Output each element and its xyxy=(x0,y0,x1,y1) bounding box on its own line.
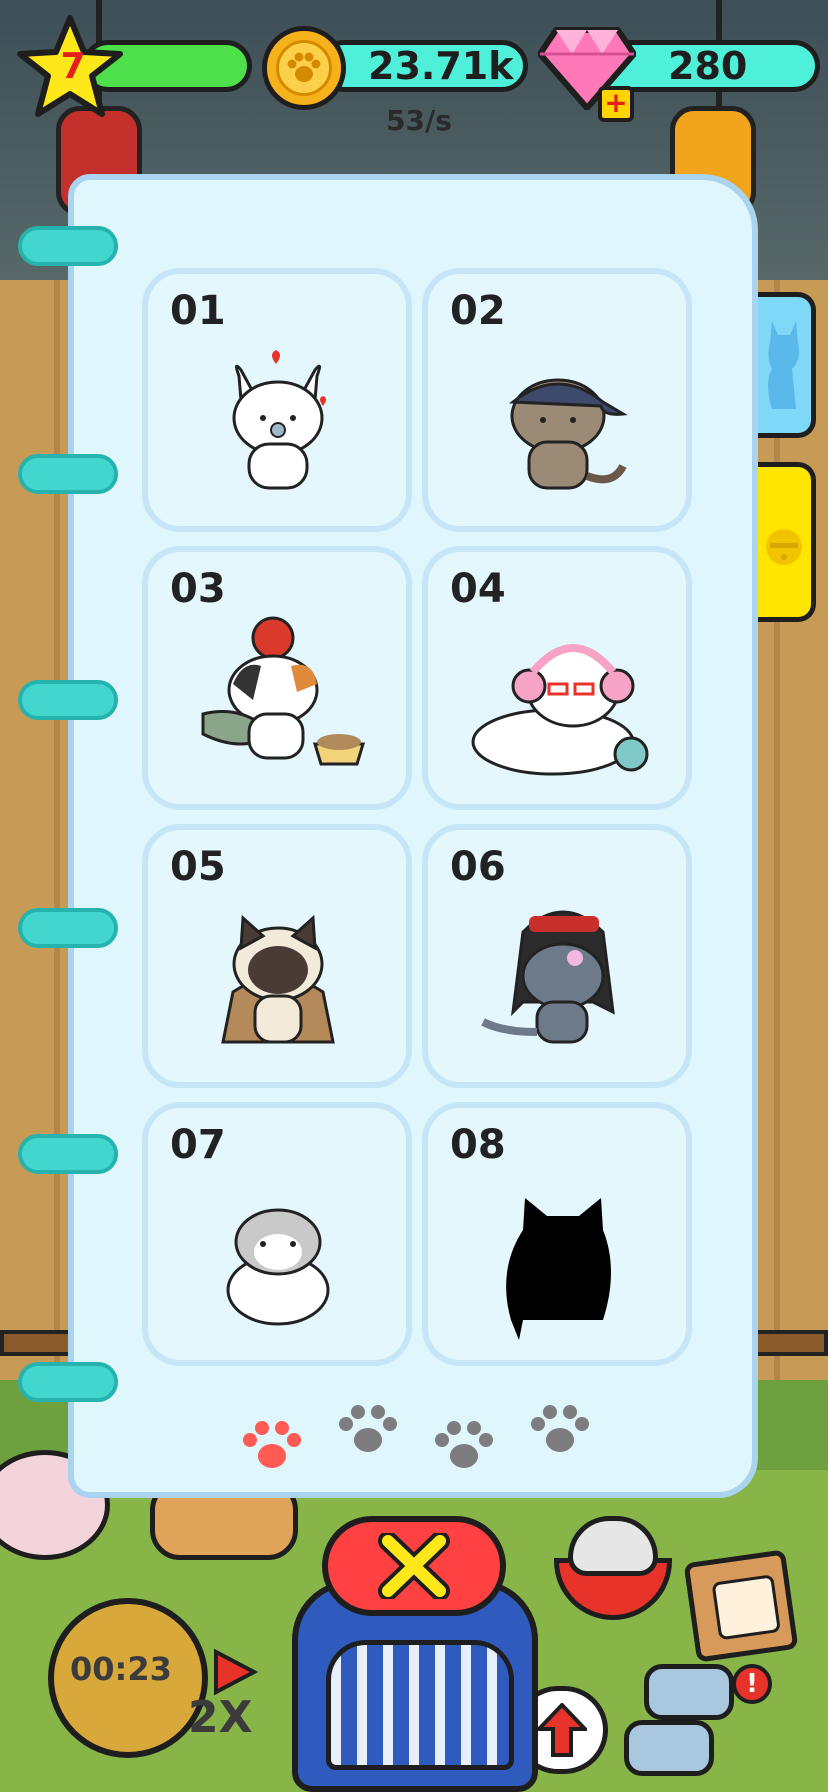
close-button[interactable] xyxy=(322,1516,506,1616)
cat-card[interactable]: 06 xyxy=(422,824,692,1088)
card-number: 07 xyxy=(170,1122,226,1168)
binder-ring xyxy=(18,454,118,494)
card-number: 01 xyxy=(170,288,226,334)
add-gems-button[interactable]: + xyxy=(598,86,634,122)
cat-card[interactable]: 01 xyxy=(142,268,412,532)
tuna-cans[interactable] xyxy=(624,1664,736,1784)
cat-card[interactable]: 02 xyxy=(422,268,692,532)
white-cat-hearts-icon xyxy=(232,350,326,490)
paw-coin-icon xyxy=(262,26,346,110)
cat-card[interactable]: 04 xyxy=(422,546,692,810)
card-number: 08 xyxy=(450,1122,506,1168)
tab-bells[interactable] xyxy=(758,462,816,622)
up-arrow-icon xyxy=(537,1703,587,1757)
card-number: 05 xyxy=(170,844,226,890)
coin-rate: 53/s xyxy=(386,104,452,137)
binder-ring xyxy=(18,1134,118,1174)
calico-cat-daruma-icon xyxy=(201,616,366,766)
sleeping-cat-bowl[interactable] xyxy=(554,1508,672,1620)
card-number: 06 xyxy=(450,844,506,890)
tabby-cat-cap-icon xyxy=(508,378,628,490)
binder-ring xyxy=(18,908,118,948)
gem-amount: 280 xyxy=(668,44,748,88)
tab-cats[interactable] xyxy=(758,292,816,438)
cat-collection-book: 01 02 03 04 05 06 07 08 xyxy=(68,174,758,1498)
page-1-paw-icon[interactable] xyxy=(240,1418,304,1472)
gray-cat-hat-icon xyxy=(481,910,615,1044)
coin-amount: 23.71k xyxy=(368,44,514,88)
player-level: 7 xyxy=(60,46,86,87)
page-4-paw-icon[interactable] xyxy=(528,1402,592,1456)
binder-ring xyxy=(18,1362,118,1402)
card-number: 02 xyxy=(450,288,506,334)
persian-cat-earmuffs-icon xyxy=(471,644,649,776)
page-3-paw-icon[interactable] xyxy=(432,1418,496,1472)
cat-album-book[interactable] xyxy=(683,1549,799,1663)
cat-silhouette-icon xyxy=(506,1198,611,1340)
binder-ring xyxy=(18,226,118,266)
siamese-cat-cloak-icon xyxy=(221,914,335,1044)
card-number: 04 xyxy=(450,566,506,612)
page-2-paw-icon[interactable] xyxy=(336,1402,400,1456)
boost-timer: 00:23 xyxy=(70,1650,172,1688)
speed-multiplier: 2X xyxy=(188,1692,253,1743)
scottish-fold-cat-icon xyxy=(226,1208,330,1326)
bell-icon xyxy=(766,529,802,565)
play-icon[interactable] xyxy=(212,1648,258,1696)
cat-card[interactable]: 03 xyxy=(142,546,412,810)
cat-card[interactable]: 08 xyxy=(422,1102,692,1366)
alert-icon: ! xyxy=(732,1664,772,1704)
close-icon xyxy=(378,1533,450,1599)
cat-card[interactable]: 05 xyxy=(142,824,412,1088)
binder-ring xyxy=(18,680,118,720)
cat-icon xyxy=(768,321,800,409)
card-number: 03 xyxy=(170,566,226,612)
cat-card[interactable]: 07 xyxy=(142,1102,412,1366)
